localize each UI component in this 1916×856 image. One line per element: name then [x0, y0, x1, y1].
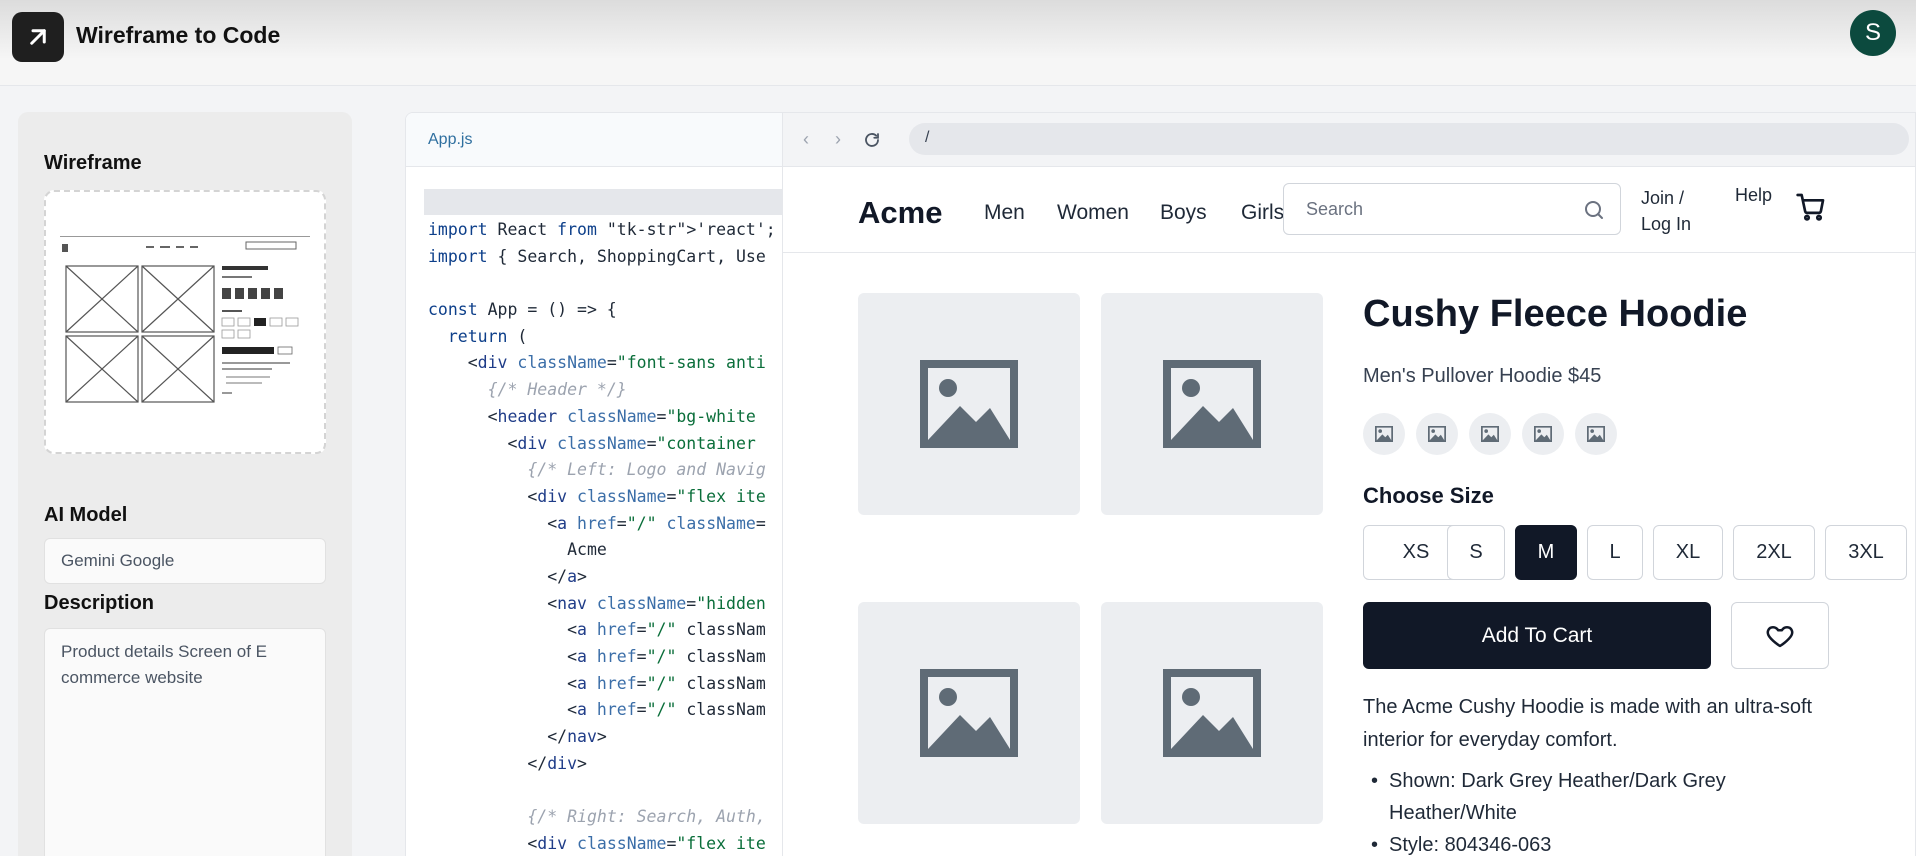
size-button-s[interactable]: S — [1447, 525, 1505, 580]
code-line: <a href="/" className= — [428, 513, 766, 533]
app-header: Wireframe to Code S — [0, 0, 1916, 86]
site-header: Acme Men Women Boys Girls Search Join / … — [783, 167, 1915, 253]
join-login-link[interactable]: Join / Log In — [1641, 185, 1691, 237]
description-textarea[interactable]: Product details Screen of E commerce web… — [44, 628, 326, 856]
forward-icon[interactable]: › — [835, 129, 841, 150]
url-bar[interactable]: / — [909, 123, 1909, 155]
product-image-4[interactable] — [1101, 602, 1323, 824]
search-placeholder: Search — [1306, 199, 1364, 219]
code-line: return ( — [447, 326, 528, 346]
app-logo[interactable] — [12, 12, 64, 62]
code-line: {/* Header */} — [487, 380, 627, 400]
nav-link-girls[interactable]: Girls — [1241, 201, 1284, 225]
image-placeholder-icon — [1481, 426, 1499, 442]
image-placeholder-icon — [1534, 426, 1552, 442]
code-line: Acme — [428, 540, 607, 560]
shopping-cart-icon[interactable] — [1795, 191, 1827, 223]
image-placeholder-icon — [920, 360, 1018, 448]
input-panel: Wireframe AI Model Gemini Google Descrip… — [18, 112, 352, 856]
color-thumbnail[interactable] — [1575, 413, 1617, 455]
product-details-list: Shown: Dark Grey Heather/Dark Grey Heath… — [1363, 765, 1823, 856]
code-area[interactable]: import React from "tk-str">'react'; impor… — [424, 189, 782, 856]
nav-link-men[interactable]: Men — [984, 201, 1025, 225]
file-tab-app-js[interactable]: App.js — [406, 113, 782, 167]
image-placeholder-icon — [1587, 426, 1605, 442]
help-link[interactable]: Help — [1735, 185, 1772, 206]
preview-pane: ‹ › / Acme Men Women Boys Girls Search J… — [782, 112, 1916, 856]
code-line: <a href="/" classNam — [428, 620, 766, 640]
product-image-3[interactable] — [858, 602, 1080, 824]
code-line: <a href="/" classNam — [428, 647, 766, 666]
image-placeholder-icon — [1428, 426, 1446, 442]
product-image-1[interactable] — [858, 293, 1080, 515]
image-placeholder-icon — [1163, 669, 1261, 757]
choose-size-label: Choose Size — [1363, 483, 1494, 508]
search-icon[interactable] — [1582, 198, 1606, 222]
size-button-3xl[interactable]: 3XL — [1825, 525, 1907, 580]
site-search-input[interactable]: Search — [1283, 183, 1621, 235]
code-line: {/* Left: Logo and Navig — [527, 460, 766, 480]
code-line: <div className="font-sans anti — [428, 353, 766, 373]
size-button-xl[interactable]: XL — [1653, 525, 1723, 580]
ai-model-select[interactable]: Gemini Google — [44, 538, 326, 584]
nav-link-boys[interactable]: Boys — [1160, 201, 1207, 225]
product-subtitle: Men's Pullover Hoodie $45 — [1363, 365, 1602, 387]
product-image-2[interactable] — [1101, 293, 1323, 515]
description-label: Description — [44, 592, 155, 614]
app-title: Wireframe to Code — [76, 22, 281, 48]
code-line: <a href="/" classNam — [428, 700, 766, 720]
code-line: </nav> — [428, 727, 607, 747]
code-line: {/* Right: Search, Auth, — [527, 807, 766, 827]
wireframe-upload[interactable] — [44, 190, 326, 454]
code-line: const App = () => { — [428, 300, 617, 320]
size-button-m[interactable]: M — [1515, 525, 1577, 580]
image-placeholder-icon — [920, 669, 1018, 757]
wireframe-thumbnail — [60, 236, 310, 403]
active-line-highlight — [424, 189, 782, 215]
user-avatar[interactable]: S — [1850, 10, 1896, 56]
color-thumbnail[interactable] — [1469, 413, 1511, 455]
ai-model-label: AI Model — [44, 504, 128, 526]
code-line: <div className="container — [428, 433, 756, 453]
add-to-cart-button[interactable]: Add To Cart — [1363, 602, 1711, 669]
product-description: The Acme Cushy Hoodie is made with an ul… — [1363, 696, 1813, 751]
back-icon[interactable]: ‹ — [803, 129, 809, 150]
code-line: </div> — [428, 753, 587, 773]
nav-link-women[interactable]: Women — [1057, 201, 1129, 225]
code-line: import React from "tk-str">'react'; — [428, 220, 776, 239]
site-brand[interactable]: Acme — [858, 195, 942, 231]
refresh-icon[interactable] — [863, 131, 881, 149]
browser-toolbar: ‹ › / — [783, 113, 1915, 167]
list-item: Shown: Dark Grey Heather/Dark Grey Heath… — [1363, 765, 1823, 829]
list-item: Style: 804346-063 — [1363, 829, 1823, 856]
product-title: Cushy Fleece Hoodie — [1363, 293, 1748, 335]
code-line: <header className="bg-white — [428, 406, 756, 426]
color-thumbnail[interactable] — [1416, 413, 1458, 455]
arrow-up-right-icon — [30, 29, 46, 45]
code-line: <a href="/" classNam — [428, 673, 766, 693]
code-line: <div className="flex ite — [428, 486, 766, 506]
image-placeholder-icon — [1163, 360, 1261, 448]
code-lines: import React from "tk-str">'react'; impor… — [428, 217, 776, 856]
color-thumbnail[interactable] — [1522, 413, 1564, 455]
color-thumbnail[interactable] — [1363, 413, 1405, 455]
wireframe-label: Wireframe — [44, 152, 142, 174]
code-line: </a> — [428, 566, 587, 586]
code-line: <div className="flex ite — [428, 833, 766, 853]
wishlist-button[interactable] — [1731, 602, 1829, 669]
size-button-l[interactable]: L — [1587, 525, 1643, 580]
heart-icon — [1766, 625, 1794, 647]
code-editor[interactable]: App.js import React from "tk-str">'react… — [405, 112, 783, 856]
code-line: import { Search, ShoppingCart, Use — [428, 246, 766, 266]
image-placeholder-icon — [1375, 426, 1393, 442]
size-button-2xl[interactable]: 2XL — [1733, 525, 1815, 580]
code-line: <nav className="hidden — [428, 593, 766, 613]
